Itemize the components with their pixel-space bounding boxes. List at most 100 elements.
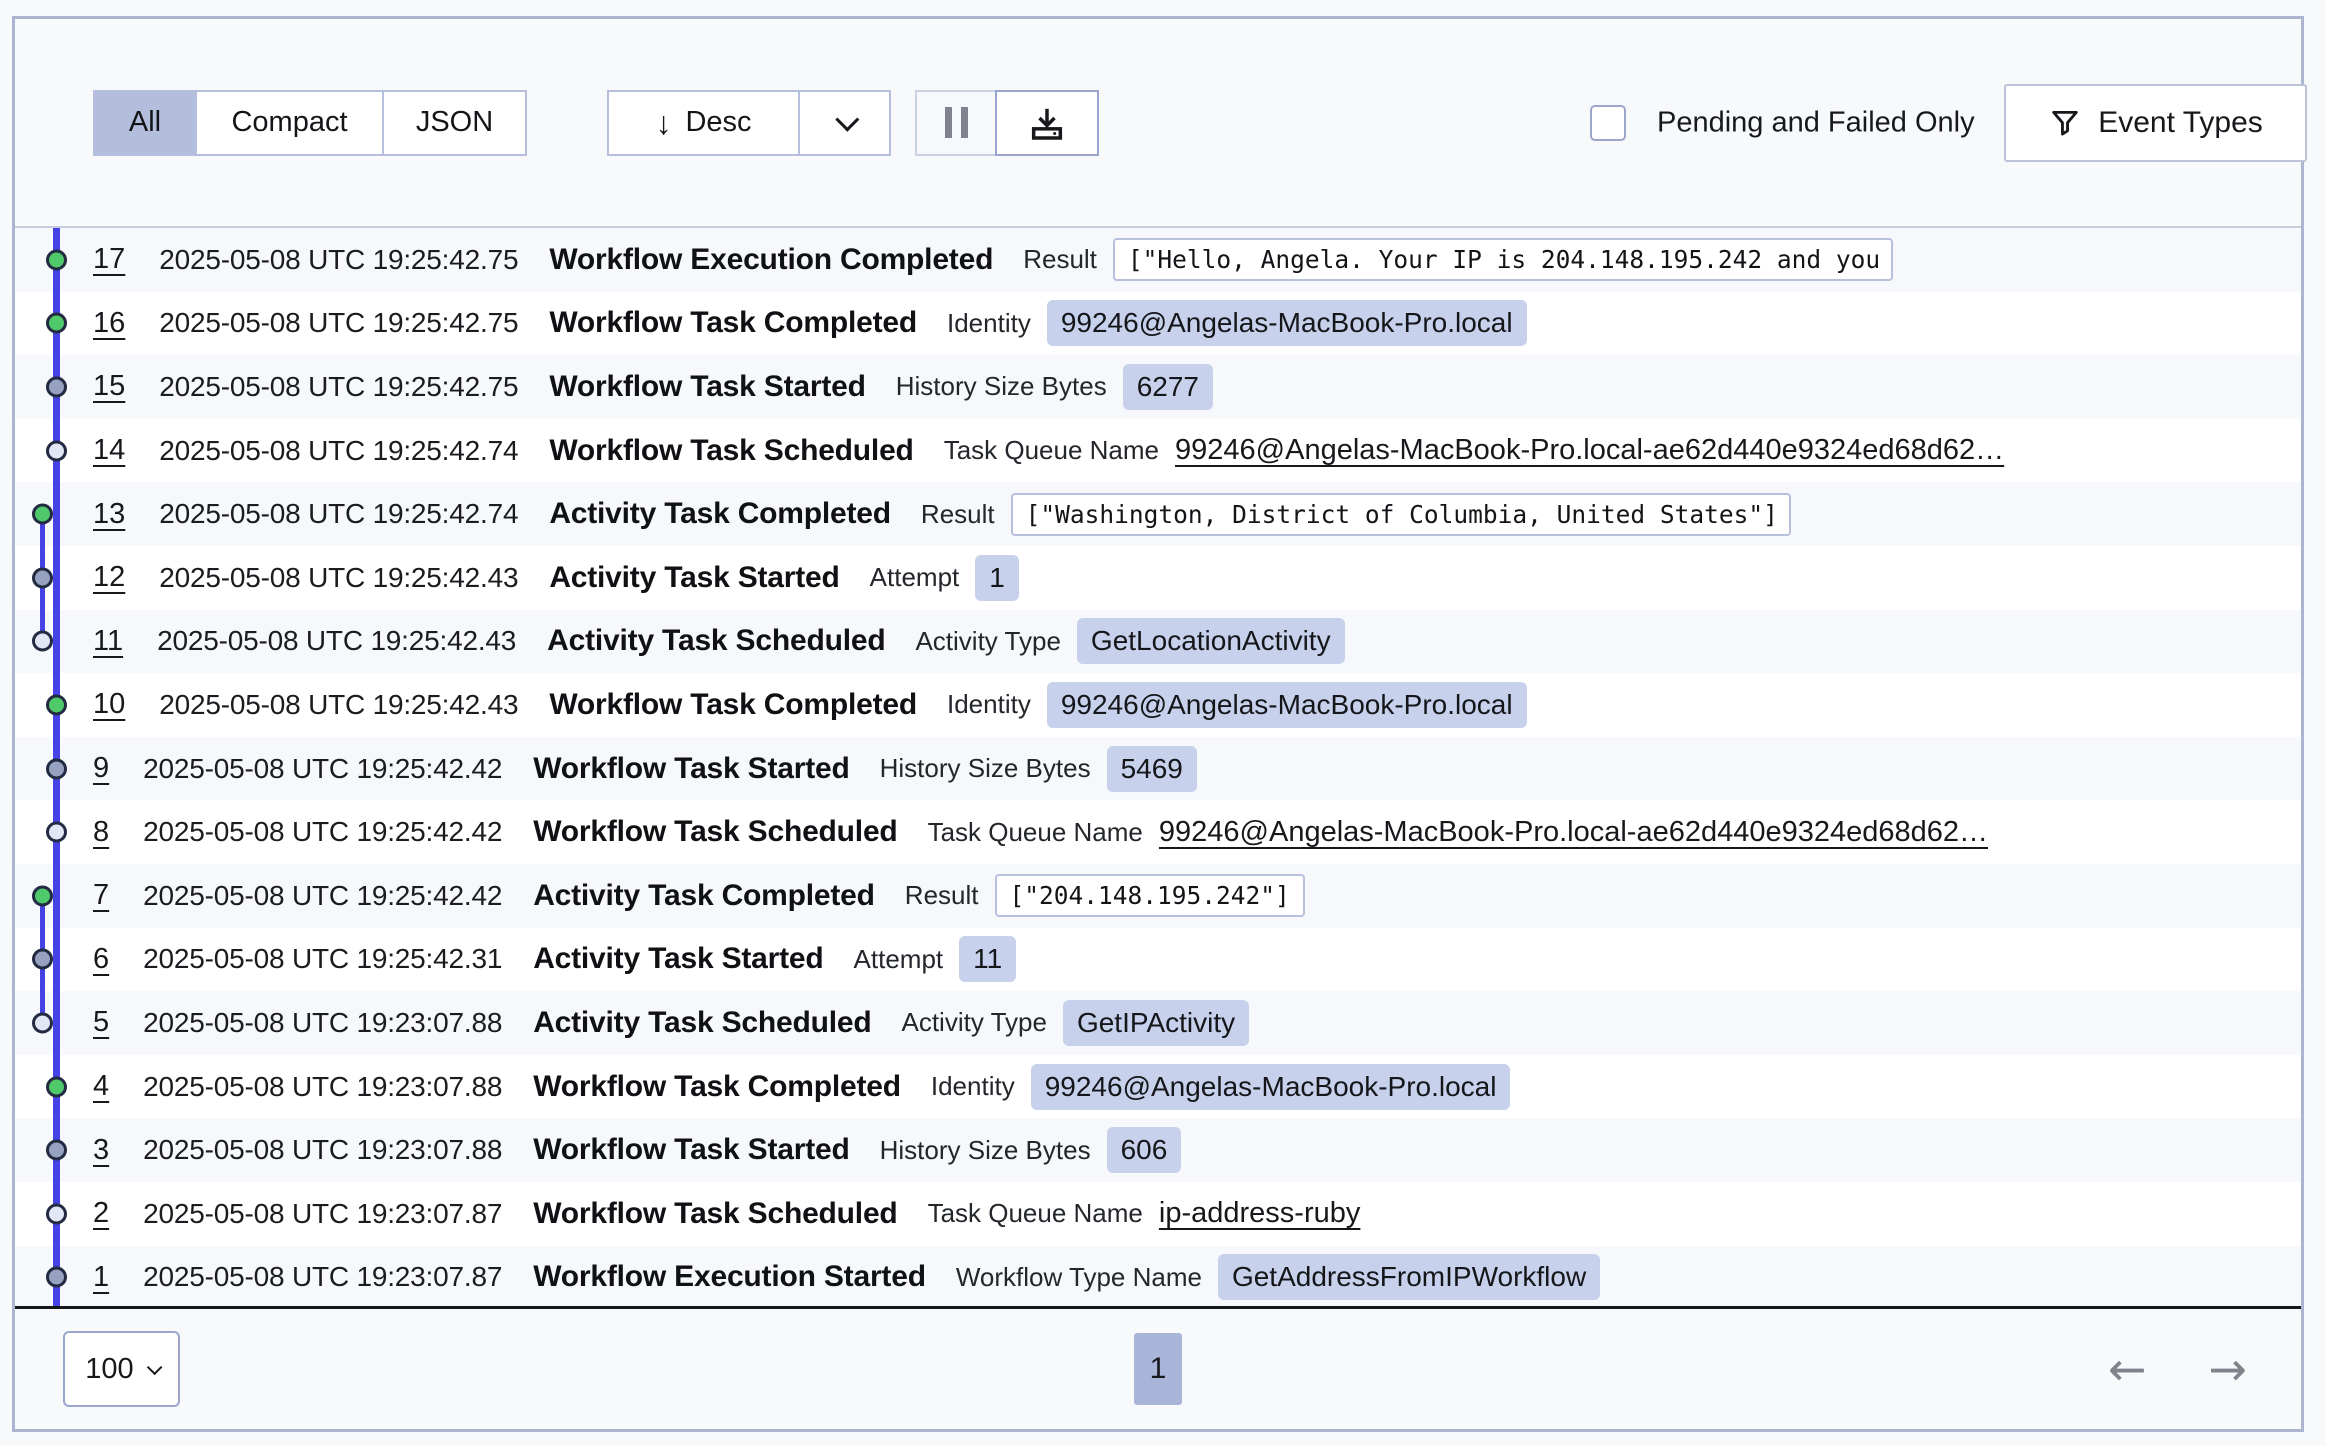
event-id-link[interactable]: 8 [93, 816, 109, 849]
event-detail-badge: 606 [1107, 1127, 1182, 1173]
event-name: Workflow Task Scheduled [533, 815, 897, 849]
event-id-link[interactable]: 14 [93, 434, 125, 467]
event-detail-label: Task Queue Name [928, 817, 1143, 848]
event-detail-link[interactable]: 99246@Angelas-MacBook-Pro.local-ae62d440… [1175, 434, 2004, 467]
event-status-dot-scheduled [32, 1012, 53, 1033]
pending-failed-label: Pending and Failed Only [1657, 106, 1975, 139]
event-timestamp: 2025-05-08 UTC 19:25:42.42 [143, 753, 502, 785]
event-id-link[interactable]: 12 [93, 561, 125, 594]
event-id-link[interactable]: 15 [93, 370, 125, 403]
event-name: Activity Task Started [549, 561, 839, 595]
sort-desc-button[interactable]: ↓ Desc [609, 92, 798, 154]
event-id-link[interactable]: 17 [93, 243, 125, 276]
event-detail-label: Attempt [870, 562, 960, 593]
event-timestamp: 2025-05-08 UTC 19:23:07.88 [143, 1071, 502, 1103]
event-detail-label: Task Queue Name [944, 435, 1159, 466]
event-detail-label: Identity [947, 689, 1031, 720]
event-detail-label: History Size Bytes [880, 1135, 1091, 1166]
event-row[interactable]: 62025-05-08 UTC 19:25:42.31Activity Task… [15, 928, 2301, 992]
event-detail-link[interactable]: 99246@Angelas-MacBook-Pro.local-ae62d440… [1159, 816, 1988, 849]
next-page-button[interactable]: → [2202, 1345, 2253, 1393]
event-id-link[interactable]: 5 [93, 1006, 109, 1039]
page-size-value: 100 [85, 1353, 133, 1386]
event-timestamp: 2025-05-08 UTC 19:25:42.75 [159, 371, 518, 403]
event-timestamp: 2025-05-08 UTC 19:25:42.74 [159, 435, 518, 467]
event-id-link[interactable]: 1 [93, 1261, 109, 1294]
event-id-link[interactable]: 2 [93, 1197, 109, 1230]
event-detail-badge: 11 [959, 936, 1016, 982]
current-page-badge[interactable]: 1 [1134, 1333, 1182, 1405]
event-row[interactable]: 152025-05-08 UTC 19:25:42.75Workflow Tas… [15, 355, 2301, 419]
view-mode-compact[interactable]: Compact [195, 92, 382, 154]
event-detail-label: Task Queue Name [928, 1198, 1143, 1229]
event-name: Workflow Task Started [533, 1133, 849, 1167]
event-detail-label: History Size Bytes [896, 371, 1107, 402]
event-detail-label: Identity [931, 1071, 1015, 1102]
event-id-link[interactable]: 4 [93, 1070, 109, 1103]
event-timestamp: 2025-05-08 UTC 19:25:42.42 [143, 816, 502, 848]
event-timestamp: 2025-05-08 UTC 19:25:42.43 [159, 689, 518, 721]
event-status-dot-started [46, 1140, 67, 1161]
event-row[interactable]: 112025-05-08 UTC 19:25:42.43Activity Tas… [15, 610, 2301, 674]
event-timestamp: 2025-05-08 UTC 19:23:07.87 [143, 1261, 502, 1293]
event-id-link[interactable]: 9 [93, 752, 109, 785]
event-row[interactable]: 12 2025-05-08 UTC 19:25:42.43 Activity Tas… [15, 546, 2301, 610]
event-detail-code-value: ["204.148.195.242"] [995, 874, 1305, 917]
event-row[interactable]: 8 2025-05-08 UTC 19:25:42.42 Workflow Task… [15, 800, 2301, 864]
sort-options-button[interactable] [798, 92, 889, 154]
chevron-down-icon [147, 1359, 163, 1375]
event-detail-badge: GetLocationActivity [1077, 618, 1345, 664]
pending-failed-checkbox[interactable] [1590, 105, 1626, 141]
event-types-button[interactable]: Event Types [2004, 84, 2307, 162]
event-name: Workflow Execution Completed [549, 243, 993, 277]
event-row[interactable]: 1 2025-05-08 UTC 19:23:07.87 Workflow Exec… [15, 1246, 2301, 1310]
event-row[interactable]: 102025-05-08 UTC 19:25:42.43Workflow Tas… [15, 673, 2301, 737]
current-page-number: 1 [1150, 1352, 1167, 1386]
event-status-dot-scheduled [46, 440, 67, 461]
event-timestamp: 2025-05-08 UTC 19:25:42.42 [143, 880, 502, 912]
event-timestamp: 2025-05-08 UTC 19:25:42.43 [159, 562, 518, 594]
event-id-link[interactable]: 11 [93, 625, 123, 658]
event-row[interactable]: 142025-05-08 UTC 19:25:42.74Workflow Tas… [15, 419, 2301, 483]
sort-label: Desc [685, 106, 751, 139]
event-id-link[interactable]: 10 [93, 688, 125, 721]
event-status-dot-started [46, 376, 67, 397]
event-id-link[interactable]: 6 [93, 943, 109, 976]
prev-page-button[interactable]: ← [2102, 1345, 2153, 1393]
arrow-right-icon: → [2208, 1342, 2247, 1396]
event-row[interactable]: 172025-05-08 UTC 19:25:42.75Workflow Exe… [15, 228, 2301, 292]
event-row[interactable]: 72025-05-08 UTC 19:25:42.42Activity Task… [15, 864, 2301, 928]
event-history-toolbar: All Compact JSON ↓ Desc [15, 19, 2301, 228]
event-detail-badge: GetIPActivity [1063, 1000, 1249, 1046]
event-detail-badge: 1 [975, 555, 1019, 601]
event-status-dot-completed [46, 249, 67, 270]
event-row[interactable]: 32025-05-08 UTC 19:23:07.88Workflow Task… [15, 1118, 2301, 1182]
event-status-dot-completed [46, 694, 67, 715]
event-list: 172025-05-08 UTC 19:25:42.75Workflow Exe… [15, 228, 2301, 1309]
event-row[interactable]: 132025-05-08 UTC 19:25:42.74Activity Tas… [15, 482, 2301, 546]
page-size-select[interactable]: 100 [63, 1331, 180, 1407]
view-mode-all[interactable]: All [95, 92, 195, 154]
download-button[interactable] [995, 90, 1099, 156]
event-row[interactable]: 162025-05-08 UTC 19:25:42.75Workflow Tas… [15, 292, 2301, 356]
view-mode-json[interactable]: JSON [382, 92, 525, 154]
event-id-link[interactable]: 7 [93, 879, 109, 912]
event-status-dot-scheduled [46, 822, 67, 843]
event-row[interactable]: 42025-05-08 UTC 19:23:07.88Workflow Task… [15, 1055, 2301, 1119]
pause-button[interactable] [915, 90, 997, 156]
event-name: Workflow Task Started [533, 752, 849, 786]
event-name: Workflow Task Completed [549, 306, 917, 340]
event-id-link[interactable]: 3 [93, 1134, 109, 1167]
event-rows: 172025-05-08 UTC 19:25:42.75Workflow Exe… [15, 228, 2301, 1309]
event-id-link[interactable]: 13 [93, 498, 125, 531]
event-detail-link[interactable]: ip-address-ruby [1159, 1197, 1360, 1230]
event-status-dot-started [46, 1267, 67, 1288]
event-name: Workflow Task Scheduled [533, 1197, 897, 1231]
event-id-link[interactable]: 16 [93, 307, 125, 340]
view-mode-segmented-control: All Compact JSON [93, 90, 527, 156]
event-row[interactable]: 9 2025-05-08 UTC 19:25:42.42 Workflow Task… [15, 737, 2301, 801]
pause-icon [945, 107, 968, 138]
event-row[interactable]: 22025-05-08 UTC 19:23:07.87Workflow Task… [15, 1182, 2301, 1246]
event-row[interactable]: 52025-05-08 UTC 19:23:07.88Activity Task… [15, 991, 2301, 1055]
event-name: Workflow Execution Started [533, 1260, 926, 1294]
